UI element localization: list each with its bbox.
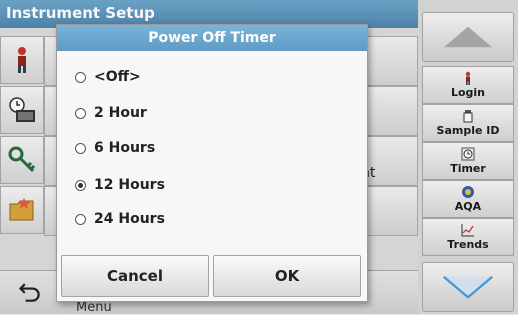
option-2-hour[interactable]: 2 Hour [75,101,147,125]
option-label: <Off> [94,69,141,85]
cancel-button[interactable]: Cancel [61,255,209,297]
radio-24-hours[interactable] [75,213,86,225]
option-label: 24 Hours [94,211,165,227]
ok-button[interactable]: OK [213,255,361,297]
option-label: 6 Hours [94,140,156,156]
option-6-hours[interactable]: 6 Hours [75,136,155,160]
radio-2-hour[interactable] [75,107,86,119]
option-12-hours[interactable]: 12 Hours [75,173,165,197]
radio-6-hours[interactable] [75,142,86,154]
option-label: 2 Hour [94,105,147,121]
dialog-title: Power Off Timer [57,25,367,51]
option-off[interactable]: <Off> [75,65,141,89]
instrument-screen: Instrument Setup nt Menu Login Sample ID… [0,0,518,315]
radio-off[interactable] [75,71,86,83]
option-label: 12 Hours [94,177,165,193]
radio-12-hours-selected[interactable] [75,179,86,191]
power-off-timer-dialog: Power Off Timer <Off> 2 Hour 6 Hours 12 … [56,24,368,302]
option-24-hours[interactable]: 24 Hours [75,207,165,231]
